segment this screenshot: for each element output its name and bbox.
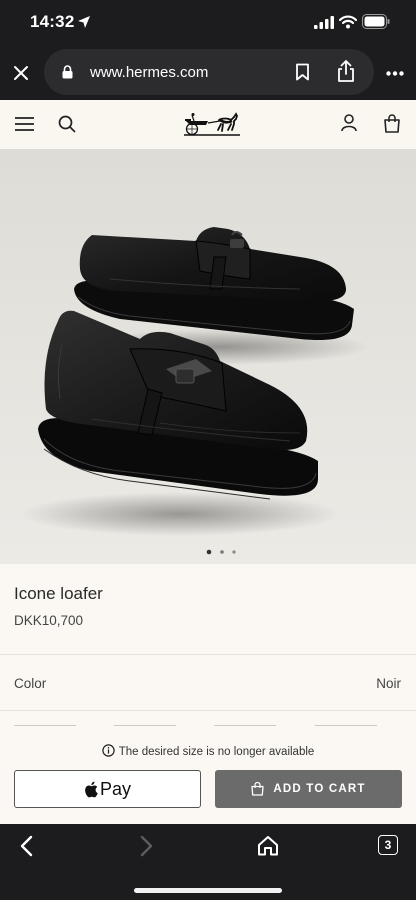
apple-logo-icon bbox=[85, 781, 98, 797]
product-price: DKK10,700 bbox=[14, 613, 84, 628]
browser-toolbar: 3 bbox=[0, 824, 416, 900]
apple-pay-button[interactable]: Pay bbox=[14, 770, 201, 808]
url-field[interactable]: www.hermes.com bbox=[44, 49, 374, 95]
site-header bbox=[0, 100, 416, 149]
size-option[interactable] bbox=[114, 725, 176, 726]
home-icon[interactable] bbox=[257, 835, 279, 856]
carousel-dot-2 bbox=[220, 550, 224, 554]
status-bar: 14:32 bbox=[0, 0, 416, 46]
info-icon bbox=[101, 744, 115, 757]
size-option[interactable] bbox=[14, 725, 76, 726]
apple-pay-label: Pay bbox=[99, 778, 132, 799]
shopping-bag-icon bbox=[251, 782, 265, 796]
product-name: Icone loafer bbox=[14, 584, 103, 603]
forward-arrow-icon[interactable] bbox=[140, 835, 154, 857]
url-text: www.hermes.com bbox=[90, 64, 209, 81]
tab-count: 3 bbox=[384, 838, 392, 852]
hermes-logo[interactable] bbox=[182, 110, 242, 136]
size-unavailable-notice: The desired size is no longer available bbox=[0, 744, 416, 758]
shopping-bag-icon[interactable] bbox=[383, 114, 401, 133]
size-option[interactable] bbox=[214, 725, 276, 726]
menu-icon[interactable] bbox=[15, 116, 34, 132]
battery-icon bbox=[362, 14, 390, 29]
share-icon[interactable] bbox=[336, 59, 356, 83]
status-time: 14:32 bbox=[30, 12, 75, 31]
home-indicator bbox=[134, 888, 282, 893]
wifi-icon bbox=[339, 15, 357, 29]
carousel-dot-1 bbox=[206, 549, 212, 555]
size-notice-text: The desired size is no longer available bbox=[118, 746, 315, 758]
product-image-carousel[interactable] bbox=[0, 149, 416, 564]
more-options-icon[interactable] bbox=[386, 71, 404, 76]
add-to-cart-button[interactable]: ADD TO CART bbox=[215, 770, 402, 808]
location-arrow-icon bbox=[78, 16, 90, 28]
divider bbox=[0, 654, 416, 655]
add-to-cart-label: ADD TO CART bbox=[273, 783, 366, 795]
browser-address-bar: www.hermes.com bbox=[0, 46, 416, 100]
color-value[interactable]: Noir bbox=[376, 676, 401, 691]
search-icon[interactable] bbox=[58, 115, 76, 133]
close-icon[interactable] bbox=[13, 65, 29, 81]
cellular-signal-icon bbox=[314, 16, 334, 29]
carousel-dot-3 bbox=[232, 550, 236, 554]
bookmark-icon[interactable] bbox=[295, 63, 310, 81]
account-icon[interactable] bbox=[341, 114, 357, 132]
divider bbox=[0, 710, 416, 711]
size-option[interactable] bbox=[315, 725, 377, 726]
product-details: Icone loafer DKK10,700 Color Noir The de… bbox=[0, 564, 416, 824]
loafer-product-image bbox=[20, 227, 370, 555]
back-arrow-icon[interactable] bbox=[19, 835, 33, 857]
lock-icon bbox=[62, 65, 73, 79]
tabs-button[interactable]: 3 bbox=[378, 835, 398, 855]
color-label: Color bbox=[14, 676, 47, 691]
